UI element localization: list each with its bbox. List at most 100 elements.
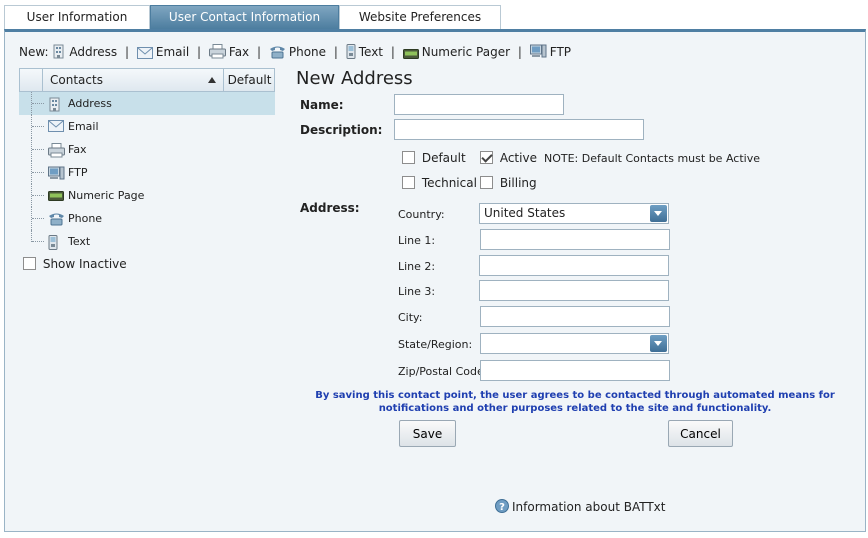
active-checkbox[interactable] (480, 151, 493, 164)
tree-item-text[interactable]: Text (19, 230, 275, 253)
envelope-icon (48, 120, 64, 132)
tree-item-ftp[interactable]: FTP (19, 161, 275, 184)
new-address-link[interactable]: Address (52, 44, 121, 59)
help-icon: ? (495, 499, 509, 513)
consent-notice: By saving this contact point, the user a… (315, 390, 835, 414)
active-flag: Active (480, 151, 537, 165)
pager-icon (402, 49, 419, 59)
separator: | (517, 45, 522, 59)
country-label: Country: (398, 208, 445, 221)
name-input[interactable] (394, 94, 564, 115)
default-checkbox[interactable] (402, 151, 415, 164)
default-column-header[interactable]: Default (223, 69, 275, 91)
state-select[interactable] (480, 333, 669, 354)
show-inactive-checkbox[interactable] (23, 257, 36, 270)
dropdown-arrow-icon[interactable] (650, 205, 667, 222)
technical-flag: Technical (402, 176, 477, 190)
tree-item-numeric-page[interactable]: Numeric Page (19, 184, 275, 207)
new-contact-bar: New: Address | Email | Fax | Phone | Tex… (19, 44, 571, 59)
tab-website-preferences[interactable]: Website Preferences (339, 5, 501, 29)
new-numeric-pager-link[interactable]: Numeric Pager (402, 45, 514, 59)
computer-icon (48, 166, 65, 180)
default-flag-label: Default (421, 151, 466, 165)
tree-item-label: FTP (68, 166, 88, 179)
new-prefix: New: (19, 45, 49, 59)
new-email-label: Email (155, 45, 190, 59)
tree-item-label: Address (68, 97, 112, 110)
zip-input[interactable] (480, 360, 670, 381)
tree-connector (31, 138, 45, 161)
info-link[interactable]: ? Information about BATTxt (495, 499, 665, 514)
contacts-column-header[interactable]: Contacts (42, 69, 222, 91)
zip-label: Zip/Postal Code: (398, 365, 488, 378)
line1-label: Line 1: (398, 234, 436, 247)
separator: | (256, 45, 262, 59)
separator: | (125, 45, 130, 59)
contact-panel: New: Address | Email | Fax | Phone | Tex… (4, 29, 866, 532)
tree-item-email[interactable]: Email (19, 115, 275, 138)
building-icon (53, 44, 64, 59)
cancel-button[interactable]: Cancel (668, 420, 733, 447)
fax-icon (208, 44, 226, 59)
new-ftp-label: FTP (549, 45, 572, 59)
tree-connector (31, 92, 45, 115)
computer-icon (529, 44, 547, 58)
tree-item-label: Phone (68, 212, 103, 225)
tab-user-contact-information[interactable]: User Contact Information (150, 5, 339, 29)
technical-flag-label: Technical (421, 176, 477, 190)
line2-label: Line 2: (398, 260, 436, 273)
pager-icon (48, 191, 64, 201)
active-flag-label: Active (499, 151, 537, 165)
address-section-label: Address: (300, 201, 360, 215)
tree-connector (31, 161, 45, 184)
description-label: Description: (300, 123, 383, 137)
building-icon (49, 97, 60, 112)
phone-icon (269, 46, 285, 59)
contacts-tree: Contacts Default Address Email Fax FTP N… (19, 68, 275, 271)
new-text-link[interactable]: Text (346, 44, 387, 59)
separator: | (390, 45, 395, 59)
tree-item-label: Text (68, 235, 91, 248)
tree-item-phone[interactable]: Phone (19, 207, 275, 230)
billing-flag-label: Billing (499, 176, 537, 190)
dropdown-arrow-icon[interactable] (650, 335, 667, 352)
country-selected-value: United States (484, 206, 566, 220)
show-inactive-row: Show Inactive (23, 257, 275, 271)
save-button[interactable]: Save (399, 420, 456, 447)
line3-input[interactable] (479, 280, 669, 301)
tree-item-label: Numeric Page (68, 189, 145, 202)
description-input[interactable] (394, 119, 644, 140)
phone-icon (49, 213, 64, 226)
tree-connector (31, 115, 45, 138)
info-link-label: Information about BATTxt (512, 500, 666, 514)
city-input[interactable] (480, 306, 670, 327)
new-ftp-link[interactable]: FTP (529, 44, 572, 59)
form-title: New Address (296, 68, 413, 89)
new-numeric-pager-label: Numeric Pager (421, 45, 511, 59)
country-select[interactable]: United States (479, 203, 669, 224)
separator: | (197, 45, 202, 59)
new-email-link[interactable]: Email (136, 45, 193, 59)
svg-text:?: ? (499, 502, 505, 513)
default-active-note: NOTE: Default Contacts must be Active (544, 152, 760, 165)
default-flag: Default (402, 151, 466, 165)
city-label: City: (398, 311, 423, 324)
new-fax-label: Fax (228, 45, 250, 59)
tree-connector (31, 230, 45, 242)
tree-item-label: Email (68, 120, 99, 133)
new-fax-link[interactable]: Fax (208, 44, 253, 59)
tab-user-information[interactable]: User Information (4, 5, 150, 29)
billing-checkbox[interactable] (480, 176, 493, 189)
name-label: Name: (300, 98, 344, 112)
tree-item-address[interactable]: Address (19, 92, 275, 115)
line1-input[interactable] (480, 229, 670, 250)
new-phone-link[interactable]: Phone (269, 45, 330, 59)
sort-ascending-icon (208, 77, 216, 83)
line2-input[interactable] (479, 255, 669, 276)
separator: | (333, 45, 338, 59)
line3-label: Line 3: (398, 285, 436, 298)
default-column-label: Default (227, 73, 272, 87)
tree-item-fax[interactable]: Fax (19, 138, 275, 161)
envelope-icon (136, 47, 153, 59)
technical-checkbox[interactable] (402, 176, 415, 189)
